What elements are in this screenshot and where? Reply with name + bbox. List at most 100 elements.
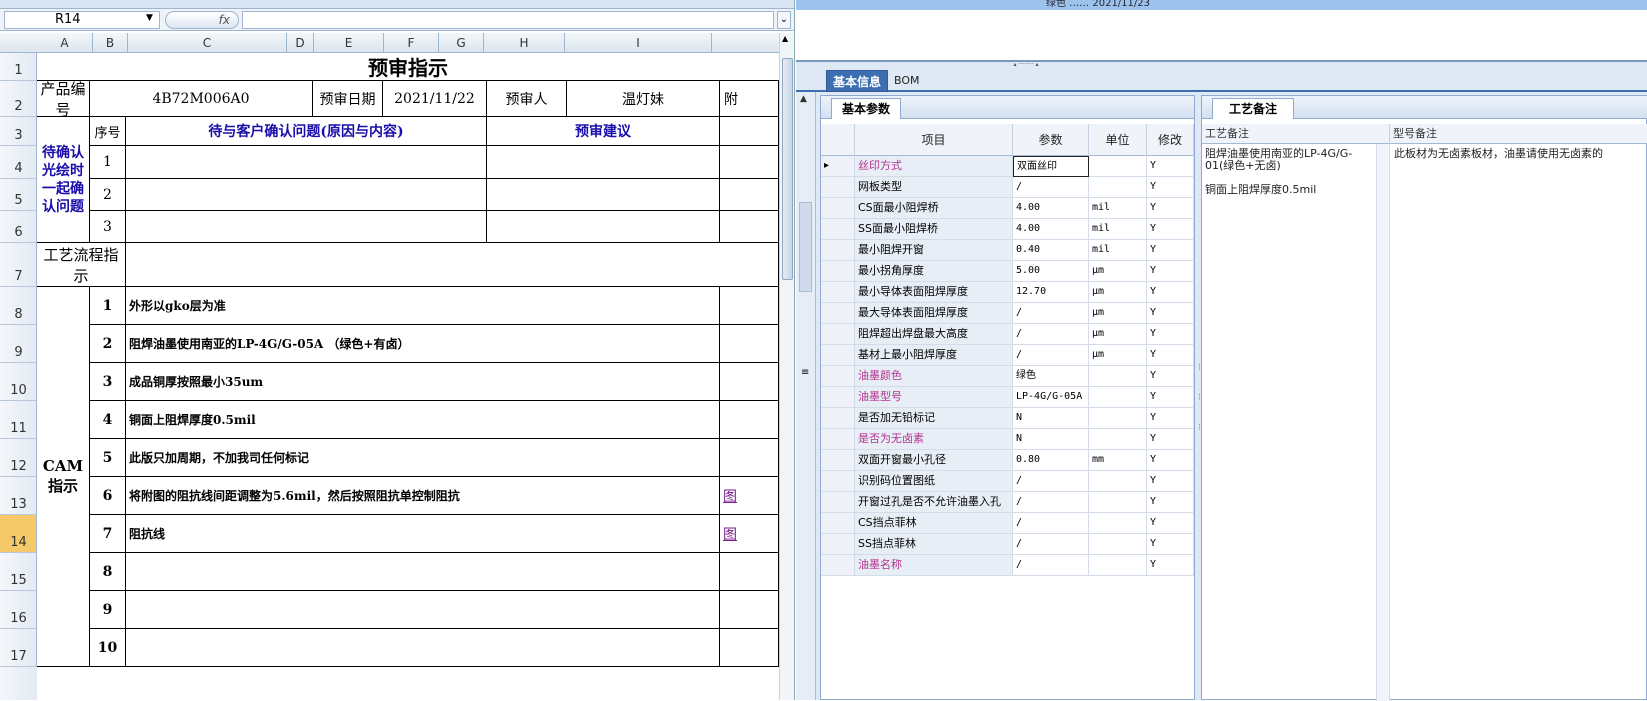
- seq-header[interactable]: 序号: [90, 117, 126, 146]
- worksheet-grid[interactable]: 预审指示 产品编号 4B72M006A0 预审日期 2021/11/22 预审人 温灯妹附待…: [37, 53, 779, 700]
- params-grid-row[interactable]: ▸ 丝印方式 双面丝印 Y: [821, 156, 1194, 177]
- params-grid-row[interactable]: 是否为无卤素 N Y: [821, 429, 1194, 450]
- attachment-label[interactable]: 附: [720, 81, 779, 117]
- cell-item[interactable]: 开窗过孔是否不允许油墨入孔: [855, 492, 1013, 513]
- cam-attachment-link[interactable]: [720, 553, 779, 591]
- row-header-7[interactable]: 7: [0, 243, 37, 287]
- cell-flag[interactable]: Y: [1147, 177, 1194, 198]
- cell-flag[interactable]: Y: [1147, 534, 1194, 555]
- cam-row-number[interactable]: 4: [90, 401, 126, 439]
- cell-flag[interactable]: Y: [1147, 282, 1194, 303]
- confirm-issues-label[interactable]: 待确认光绘时一起确认问题: [37, 117, 90, 243]
- cam-instruction-text[interactable]: 此版只加周期，不加我司任何标记: [126, 439, 720, 477]
- cell-value[interactable]: 5.00: [1013, 261, 1089, 282]
- cell-item[interactable]: SS面最小阻焊桥: [855, 219, 1013, 240]
- cell-unit[interactable]: [1089, 555, 1147, 576]
- cell-value[interactable]: LP-4G/G-05A: [1013, 387, 1089, 408]
- params-grid-row[interactable]: 最小拐角厚度 5.00 μm Y: [821, 261, 1194, 282]
- params-grid-row[interactable]: CS挡点菲林 / Y: [821, 513, 1194, 534]
- cell-unit[interactable]: [1089, 492, 1147, 513]
- cell-flag[interactable]: Y: [1147, 324, 1194, 345]
- row-header-3[interactable]: 3: [0, 117, 37, 146]
- cell-unit[interactable]: μm: [1089, 345, 1147, 366]
- cell-item[interactable]: 最小拐角厚度: [855, 261, 1013, 282]
- cell-flag[interactable]: Y: [1147, 240, 1194, 261]
- tab-basic-params[interactable]: 基本参数: [831, 98, 902, 119]
- params-grid-row[interactable]: 油墨名称 / Y: [821, 555, 1194, 576]
- cell-item[interactable]: 网板类型: [855, 177, 1013, 198]
- cam-attachment-link[interactable]: [720, 363, 779, 401]
- cam-row-number[interactable]: 1: [90, 287, 126, 325]
- cell-flag[interactable]: Y: [1147, 303, 1194, 324]
- row-header-9[interactable]: 9: [0, 325, 37, 363]
- confirm-issue-cell[interactable]: [126, 211, 487, 243]
- confirm-issue-cell[interactable]: [126, 179, 487, 211]
- cell-value[interactable]: N: [1013, 429, 1089, 450]
- column-header-g[interactable]: G: [439, 33, 484, 53]
- review-date-label[interactable]: 预审日期: [313, 81, 383, 117]
- cell-unit[interactable]: μm: [1089, 324, 1147, 345]
- cam-attachment-link[interactable]: [720, 439, 779, 477]
- cell-flag[interactable]: Y: [1147, 408, 1194, 429]
- cam-instruction-text[interactable]: 铜面上阻焊厚度0.5mil: [126, 401, 720, 439]
- row-header-12[interactable]: 12: [0, 439, 37, 477]
- cam-attachment-link[interactable]: [720, 591, 779, 629]
- tab-bom[interactable]: BOM: [888, 70, 926, 92]
- cell-value[interactable]: /: [1013, 492, 1089, 513]
- cell-item[interactable]: CS挡点菲林: [855, 513, 1013, 534]
- cell-unit[interactable]: μm: [1089, 303, 1147, 324]
- cell-flag[interactable]: Y: [1147, 156, 1194, 177]
- cell-item[interactable]: 双面开窗最小孔径: [855, 450, 1013, 471]
- product-no-value[interactable]: 4B72M006A0: [90, 81, 313, 117]
- column-header-e[interactable]: E: [314, 33, 384, 53]
- review-date-value[interactable]: 2021/11/22: [383, 81, 487, 117]
- params-grid-row[interactable]: 油墨颜色 绿色 Y: [821, 366, 1194, 387]
- selected-list-row[interactable]: 绿色 …… 2021/11/23: [796, 0, 1647, 10]
- row-header-17[interactable]: 17: [0, 629, 37, 667]
- cell-unit[interactable]: [1089, 387, 1147, 408]
- col-header-modify[interactable]: 修改: [1147, 124, 1194, 156]
- row-header-2[interactable]: 2: [0, 81, 37, 117]
- cell-value[interactable]: /: [1013, 471, 1089, 492]
- confirm-row-number[interactable]: 2: [90, 179, 126, 211]
- cell-value[interactable]: /: [1013, 555, 1089, 576]
- name-box[interactable]: R14: [4, 11, 160, 29]
- confirm-row-number[interactable]: 3: [90, 211, 126, 243]
- column-header-i[interactable]: I: [565, 33, 712, 53]
- column-header-c[interactable]: C: [128, 33, 287, 53]
- params-grid-row[interactable]: CS面最小阻焊桥 4.00 mil Y: [821, 198, 1194, 219]
- cell-item[interactable]: 最小阻焊开窗: [855, 240, 1013, 261]
- confirm-row-number[interactable]: 1: [90, 146, 126, 179]
- cam-instruction-text[interactable]: [126, 629, 720, 667]
- scroll-up-icon[interactable]: ▲: [782, 34, 788, 43]
- cell-flag[interactable]: Y: [1147, 555, 1194, 576]
- cam-row-number[interactable]: 5: [90, 439, 126, 477]
- product-no-label[interactable]: 产品编号: [37, 81, 90, 117]
- process-flow-cell[interactable]: [126, 243, 779, 287]
- cam-attachment-link[interactable]: 图: [720, 477, 779, 515]
- pending-issues-header[interactable]: 待与客户确认问题(原因与内容): [126, 117, 487, 146]
- column-header-a[interactable]: A: [37, 33, 93, 53]
- cell-unit[interactable]: mm: [1089, 450, 1147, 471]
- cell-unit[interactable]: [1089, 471, 1147, 492]
- process-note-text[interactable]: 阻焊油墨使用南亚的LP-4G/G-01(绿色+无卤) 铜面上阻焊厚度0.5mil: [1205, 148, 1377, 196]
- reviewer-label[interactable]: 预审人: [487, 81, 567, 117]
- cell-item[interactable]: CS面最小阻焊桥: [855, 198, 1013, 219]
- cell-value[interactable]: 双面丝印: [1013, 156, 1089, 177]
- confirm-extra-cell[interactable]: [720, 146, 779, 179]
- nav-up-icon[interactable]: ▲: [800, 94, 807, 104]
- cell-unit[interactable]: [1089, 177, 1147, 198]
- process-note-scrollbar[interactable]: [1376, 144, 1390, 701]
- params-grid-row[interactable]: 识别码位置图纸 / Y: [821, 471, 1194, 492]
- cell-value[interactable]: 0.40: [1013, 240, 1089, 261]
- model-note-text[interactable]: 此板材为无卤素板材，油墨请使用无卤素的: [1394, 148, 1644, 160]
- nav-scroll-thumb[interactable]: [799, 202, 812, 292]
- params-grid-row[interactable]: SS面最小阻焊桥 4.00 mil Y: [821, 219, 1194, 240]
- params-grid-row[interactable]: 网板类型 / Y: [821, 177, 1194, 198]
- cam-instructions-label[interactable]: CAM指示: [37, 287, 90, 667]
- row-header-15[interactable]: 15: [0, 553, 37, 591]
- cell-value[interactable]: 4.00: [1013, 198, 1089, 219]
- col-header-unit[interactable]: 单位: [1089, 124, 1147, 156]
- col-header-item[interactable]: 项目: [855, 124, 1013, 156]
- cell-item[interactable]: 是否为无卤素: [855, 429, 1013, 450]
